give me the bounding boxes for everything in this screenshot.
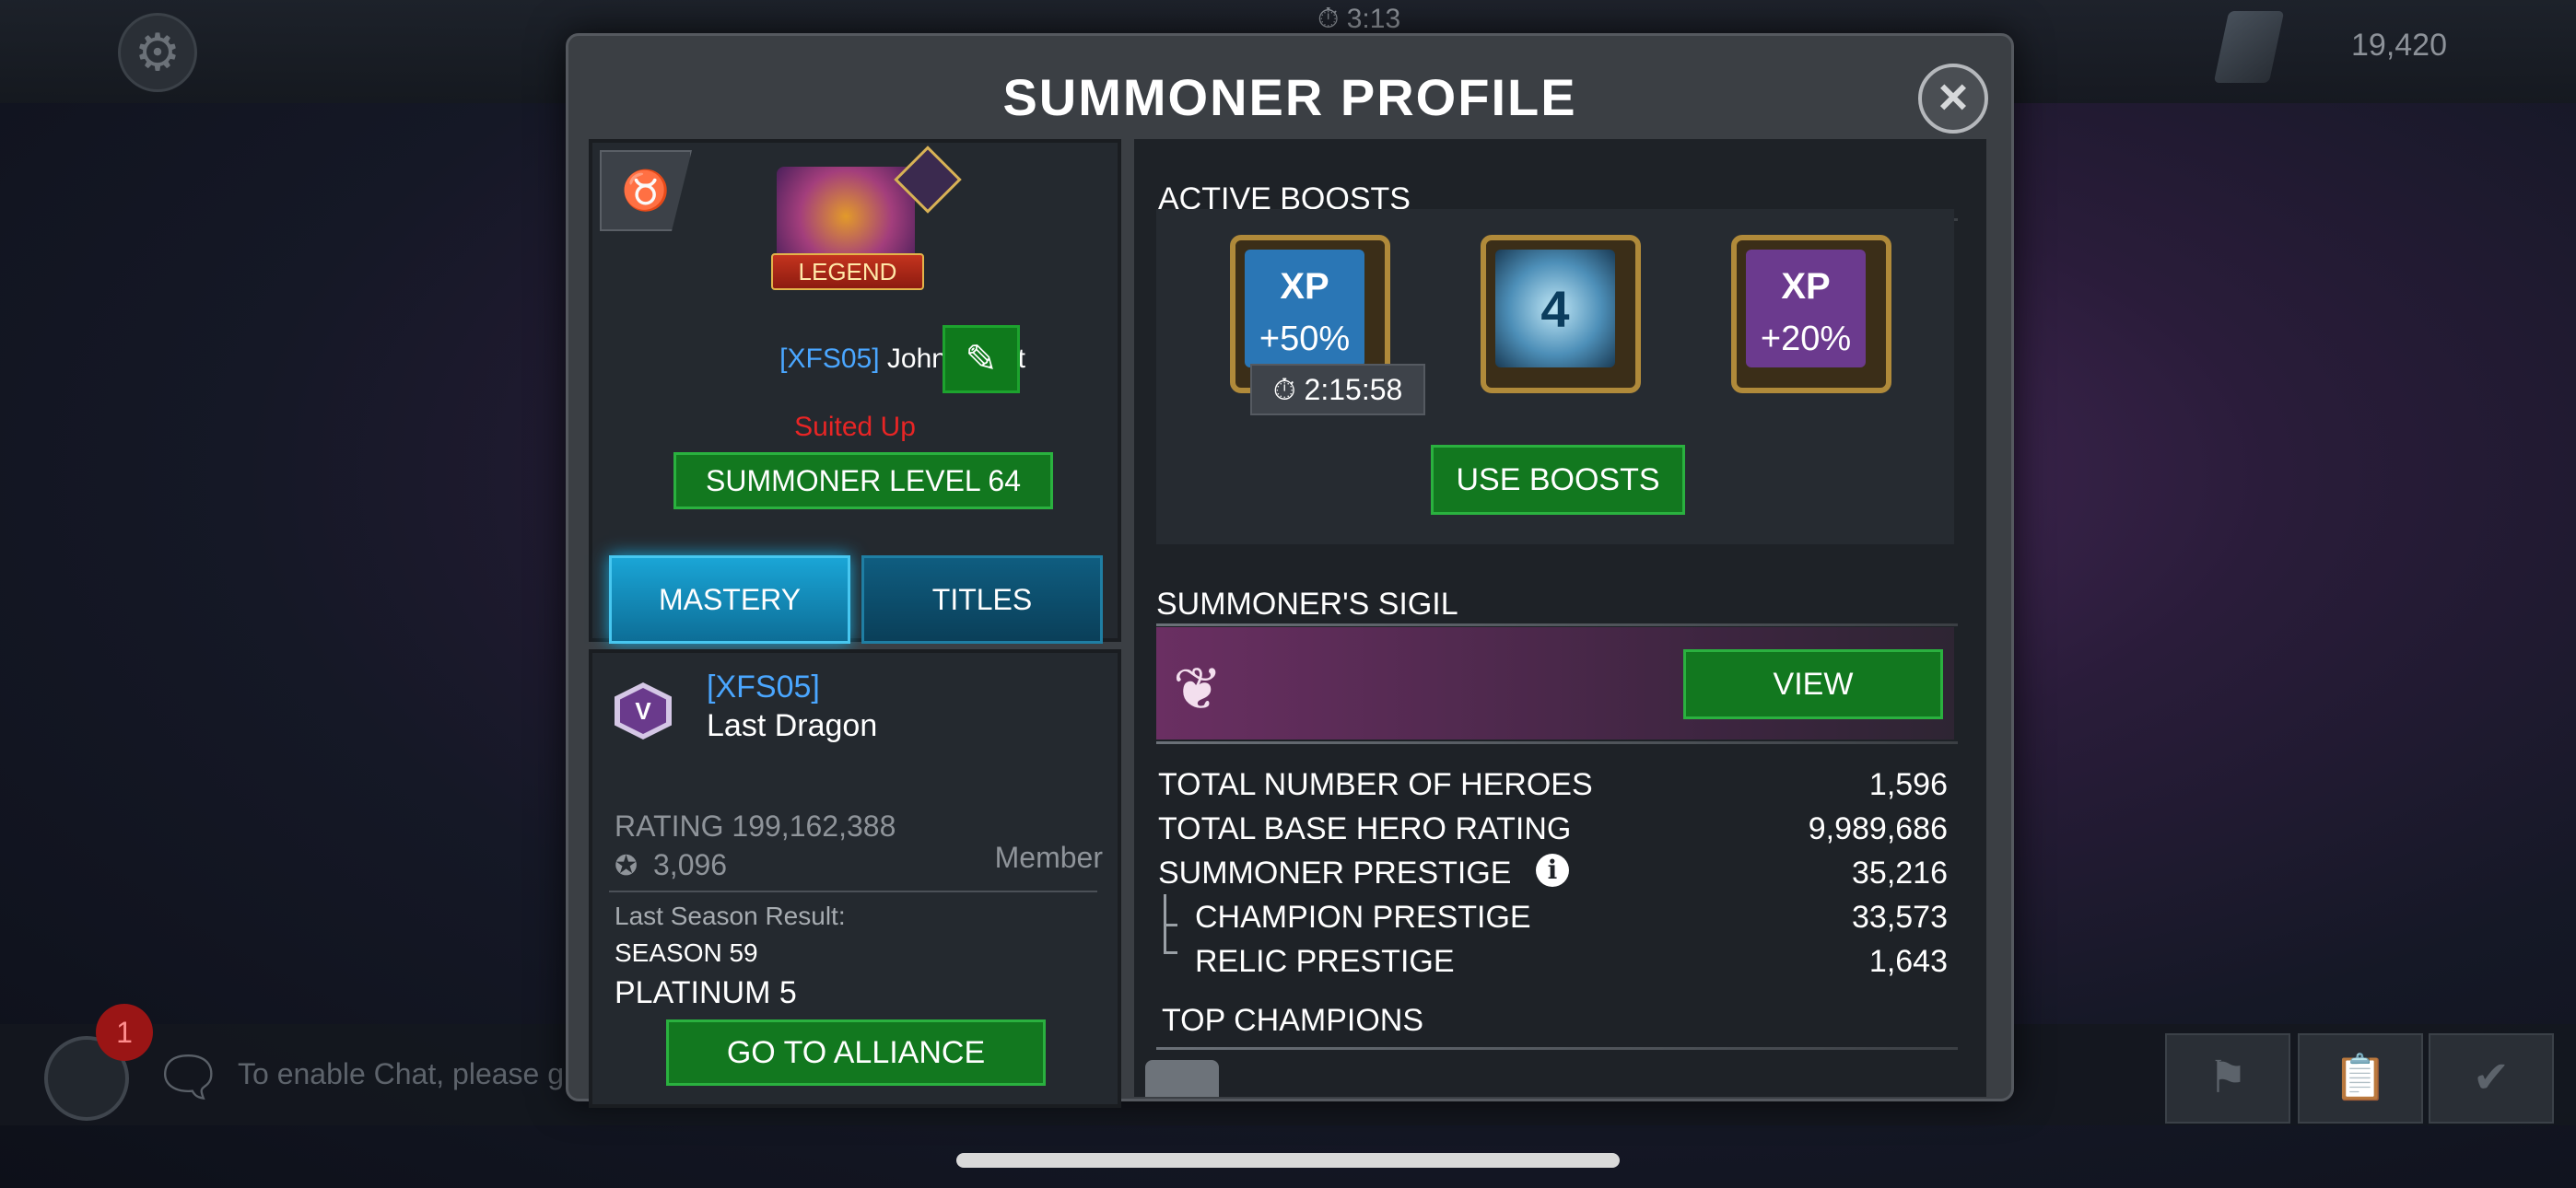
chat-bubble-icon[interactable]: 🗨 xyxy=(153,1044,223,1110)
boost-timer-text: 2:15:58 xyxy=(1304,373,1403,406)
stat-label-relic-prestige: RELIC PRESTIGE xyxy=(1195,944,1455,979)
home-indicator[interactable] xyxy=(956,1153,1620,1168)
titles-button[interactable]: TITLES xyxy=(861,555,1103,644)
boost-timer: ⏱ 2:15:58 xyxy=(1250,364,1425,415)
boost-3-value: +20% xyxy=(1760,320,1852,358)
divider xyxy=(609,891,1097,892)
legend-badge: LEGEND xyxy=(771,253,924,290)
stat-value-relic-prestige: 1,643 xyxy=(1868,944,1948,979)
four-glyph: 4 xyxy=(1540,280,1570,338)
summoner-level-button[interactable]: SUMMONER LEVEL 64 xyxy=(673,452,1053,509)
checkmark-icon[interactable]: ✔ xyxy=(2429,1033,2554,1124)
divider xyxy=(1156,1047,1958,1050)
edit-pencil-button[interactable]: ✎ xyxy=(943,325,1020,393)
summoner-profile-modal: SUMMONER PROFILE × ♉ LEGEND [XFS05] John… xyxy=(566,33,2014,1108)
champion-portrait-partial[interactable] xyxy=(1145,1060,1219,1097)
quests-icon[interactable]: ⚑ xyxy=(2165,1033,2290,1124)
close-button[interactable]: × xyxy=(1918,64,1988,134)
stat-label-heroes: TOTAL NUMBER OF HEROES xyxy=(1158,767,1593,802)
stat-value-base-rating: 9,989,686 xyxy=(1808,811,1948,846)
settings-gear-icon[interactable]: ⚙ xyxy=(118,13,197,92)
boost-3-label: XP xyxy=(1781,266,1831,307)
alliance-role: Member xyxy=(994,841,1103,874)
stat-label-summoner-prestige: SUMMONER PRESTIGE i xyxy=(1158,854,1569,891)
profile-details-panel: ACTIVE BOOSTS XP +50% ⏱ 2:15:58 4 XP +20… xyxy=(1134,139,1986,1097)
alliance-points-icon: ✪ xyxy=(615,851,638,881)
go-to-alliance-button[interactable]: GO TO ALLIANCE xyxy=(666,1019,1046,1086)
summoners-sigil-title: SUMMONER'S SIGIL xyxy=(1156,587,1458,622)
mastery-button[interactable]: MASTERY xyxy=(609,555,850,644)
stat-value-summoner-prestige: 35,216 xyxy=(1852,856,1948,891)
summoner-emblem-icon[interactable]: ♉ xyxy=(600,150,692,231)
summoner-alliance-tag: [XFS05] xyxy=(779,344,880,374)
units-count: 19,420 xyxy=(2351,28,2447,63)
stat-value-champion-prestige: 33,573 xyxy=(1852,900,1948,935)
summoner-prestige-label: SUMMONER PRESTIGE xyxy=(1158,856,1512,891)
profile-panel: ♉ LEGEND [XFS05] JohnnyRiot ✎ Suited Up … xyxy=(589,139,1121,644)
stat-label-base-rating: TOTAL BASE HERO RATING xyxy=(1158,811,1572,846)
alliance-points: 3,096 xyxy=(653,848,728,881)
view-sigil-button[interactable]: VIEW xyxy=(1683,649,1943,719)
sigil-icon: ❦ xyxy=(1173,656,1223,722)
alliance-panel: V [XFS05] Last Dragon RATING 199,162,388… xyxy=(589,649,1121,1108)
stat-value-heroes: 1,596 xyxy=(1868,767,1948,802)
notification-badge: 1 xyxy=(96,1004,153,1061)
fantastic-four-boost-icon: 4 xyxy=(1495,250,1615,367)
stat-label-champion-prestige: CHAMPION PRESTIGE xyxy=(1195,900,1531,935)
top-champions-title: TOP CHAMPIONS xyxy=(1162,1003,1424,1038)
boost-slot-3[interactable]: XP +20% xyxy=(1731,235,1891,393)
alliance-tag: [XFS05] xyxy=(707,670,820,705)
clipboard-icon[interactable]: 📋 xyxy=(2298,1033,2423,1124)
boosts-area: XP +50% ⏱ 2:15:58 4 XP +20% USE BOOSTS xyxy=(1156,209,1954,544)
xp-boost-icon: XP +50% xyxy=(1245,250,1364,367)
xp-boost-icon: XP +20% xyxy=(1746,250,1866,367)
info-icon[interactable]: i xyxy=(1536,854,1569,887)
boost-1-label: XP xyxy=(1280,266,1329,307)
tree-connector xyxy=(1164,924,1177,954)
last-season-label: Last Season Result: xyxy=(615,902,846,930)
boost-slot-2[interactable]: 4 xyxy=(1481,235,1641,393)
alliance-name: Last Dragon xyxy=(707,708,878,743)
use-boosts-button[interactable]: USE BOOSTS xyxy=(1431,445,1685,515)
chat-placeholder[interactable]: To enable Chat, please g xyxy=(238,1057,564,1091)
divider xyxy=(1156,741,1958,744)
summoner-status: Suited Up xyxy=(794,412,916,442)
tree-connector xyxy=(1164,894,1177,926)
sigil-bar: ❦ VIEW xyxy=(1156,627,1954,740)
season-label: SEASON 59 xyxy=(615,938,758,967)
modal-title: SUMMONER PROFILE xyxy=(1002,68,1577,126)
event-timer-text: 3:13 xyxy=(1346,4,1401,34)
alliance-rating: RATING 199,162,388 xyxy=(615,809,896,843)
season-tier: PLATINUM 5 xyxy=(615,975,797,1010)
divider xyxy=(1156,623,1958,626)
boost-1-value: +50% xyxy=(1259,320,1351,358)
